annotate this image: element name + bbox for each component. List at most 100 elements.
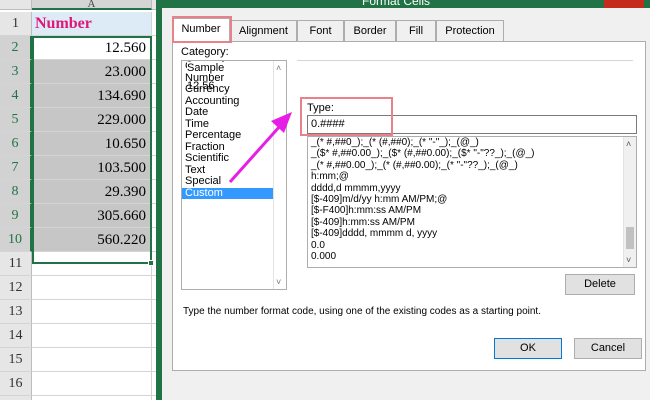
sheet-row: 5 229.000 [0, 108, 162, 132]
format-code-list[interactable]: _(* #,##0_);_(* (#,##0);_(* "-"_);_(@_) … [307, 136, 637, 268]
category-item-custom[interactable]: Custom [182, 187, 286, 199]
ok-button[interactable]: OK [494, 338, 562, 359]
tab-number[interactable]: Number [172, 18, 230, 42]
scrollbar-thumb[interactable] [626, 227, 634, 249]
format-list-scrollbar[interactable]: ˄ ˅ [623, 137, 636, 267]
cell-value[interactable]: 305.660 [32, 204, 152, 228]
row-number[interactable]: 4 [0, 84, 32, 108]
format-code-item[interactable]: 0.000 [308, 251, 636, 262]
row-number[interactable]: 11 [0, 252, 32, 276]
format-code-item[interactable]: [$-409]dddd, mmmm d, yyyy [308, 228, 636, 239]
format-code-item[interactable]: 0.0 [308, 240, 636, 251]
row-number[interactable]: 6 [0, 132, 32, 156]
sheet-row: 11 [0, 252, 162, 276]
scroll-up-icon[interactable]: ˄ [276, 63, 281, 73]
category-item-date[interactable]: Date [182, 106, 286, 119]
cell-value[interactable]: 103.500 [32, 156, 152, 180]
format-cells-dialog: Format Cells Number Alignment Font Borde… [156, 0, 650, 400]
cell-value[interactable]: 23.000 [32, 60, 152, 84]
cell-value[interactable]: 10.650 [32, 132, 152, 156]
cell-value[interactable]: 29.390 [32, 180, 152, 204]
fill-handle[interactable] [148, 260, 154, 266]
sample-value: 12.56 [187, 80, 215, 92]
format-code-item[interactable]: [$-409]m/d/yy h:mm AM/PM;@ [308, 194, 636, 205]
cell-value[interactable]: 229.000 [32, 108, 152, 132]
cell-value[interactable]: 12.560 [32, 36, 152, 60]
sample-group [297, 60, 633, 98]
sheet-row: 4 134.690 [0, 84, 162, 108]
format-code-item[interactable]: dddd,d mmmm,yyyy [308, 183, 636, 194]
row-number[interactable]: 12 [0, 276, 32, 300]
sheet-row: 9 305.660 [0, 204, 162, 228]
sheet-row: 15 [0, 348, 162, 372]
sheet-row: 1 Number [0, 12, 162, 36]
row-number[interactable]: 9 [0, 204, 32, 228]
sheet-row: 13 [0, 300, 162, 324]
sheet-row: 7 103.500 [0, 156, 162, 180]
row-number[interactable]: 1 [0, 12, 32, 36]
column-header-a[interactable]: A [32, 0, 152, 10]
row-number[interactable]: 5 [0, 108, 32, 132]
sheet-row: 17 [0, 396, 162, 400]
cell-value[interactable]: 134.690 [32, 84, 152, 108]
select-all-corner[interactable] [0, 0, 32, 10]
cell[interactable] [32, 396, 152, 400]
category-item-percentage[interactable]: Percentage [182, 129, 286, 142]
scroll-down-icon[interactable]: ˅ [626, 255, 631, 265]
format-code-item[interactable]: h:mm;@ [308, 171, 636, 182]
sheet-row: 16 [0, 372, 162, 396]
category-label: Category: [181, 46, 229, 58]
sheet-row: 2 12.560 [0, 36, 162, 60]
scroll-up-icon[interactable]: ˄ [626, 139, 631, 149]
category-item-scientific[interactable]: Scientific [182, 152, 286, 165]
cell-value[interactable]: 560.220 [32, 228, 152, 252]
row-number[interactable]: 3 [0, 60, 32, 84]
sheet-row: 10 560.220 [0, 228, 162, 252]
spreadsheet: A 1 Number 2 12.560 3 23.000 4 134.690 5… [0, 0, 162, 400]
category-scrollbar[interactable]: ˄ ˅ [273, 61, 286, 289]
number-tab-pane: Category: General Number Currency Accoun… [172, 41, 646, 371]
sheet-row: 6 10.650 [0, 132, 162, 156]
row-number[interactable]: 7 [0, 156, 32, 180]
cell[interactable] [32, 300, 152, 324]
cell[interactable] [32, 372, 152, 396]
format-code-item[interactable]: [$-F400]h:mm:ss AM/PM [308, 205, 636, 216]
row-number[interactable]: 10 [0, 228, 32, 252]
cell[interactable] [32, 276, 152, 300]
delete-button[interactable]: Delete [565, 274, 635, 295]
tab-font[interactable]: Font [297, 20, 344, 41]
format-code-item[interactable]: [$-409]h:mm:ss AM/PM [308, 217, 636, 228]
row-number[interactable]: 2 [0, 36, 32, 60]
cell[interactable] [32, 324, 152, 348]
type-input[interactable]: 0.#### [307, 115, 637, 134]
format-code-item[interactable]: _(* #,##0_);_(* (#,##0);_(* "-"_);_(@_) [308, 137, 636, 148]
sheet-row: 14 [0, 324, 162, 348]
cell[interactable] [32, 252, 152, 276]
sample-label: Sample [187, 62, 228, 74]
scroll-down-icon[interactable]: ˅ [276, 277, 281, 287]
tab-border[interactable]: Border [344, 20, 396, 41]
type-label: Type: [307, 102, 334, 114]
format-description: Type the number format code, using one o… [183, 306, 541, 317]
tab-fill[interactable]: Fill [396, 20, 436, 41]
row-number[interactable]: 17 [0, 396, 32, 400]
category-item-special[interactable]: Special [182, 175, 286, 188]
dialog-titlebar[interactable]: Format Cells [162, 0, 650, 8]
row-number[interactable]: 15 [0, 348, 32, 372]
close-button[interactable] [604, 0, 644, 8]
tab-alignment[interactable]: Alignment [230, 20, 297, 41]
row-number[interactable]: 13 [0, 300, 32, 324]
category-list[interactable]: General Number Currency Accounting Date … [181, 60, 287, 290]
cell[interactable] [32, 348, 152, 372]
row-number[interactable]: 16 [0, 372, 32, 396]
format-code-item[interactable]: _($* #,##0.00_);_($* (#,##0.00);_($* "-"… [308, 148, 636, 159]
format-code-item[interactable]: _(* #,##0.00_);_(* (#,##0.00);_(* "-"??_… [308, 160, 636, 171]
dialog-title: Format Cells [362, 0, 431, 8]
cell-header-number[interactable]: Number [32, 12, 152, 36]
sheet-row: 3 23.000 [0, 60, 162, 84]
row-number[interactable]: 8 [0, 180, 32, 204]
cancel-button[interactable]: Cancel [574, 338, 642, 359]
tab-protection[interactable]: Protection [436, 20, 504, 41]
sheet-row: 8 29.390 [0, 180, 162, 204]
row-number[interactable]: 14 [0, 324, 32, 348]
